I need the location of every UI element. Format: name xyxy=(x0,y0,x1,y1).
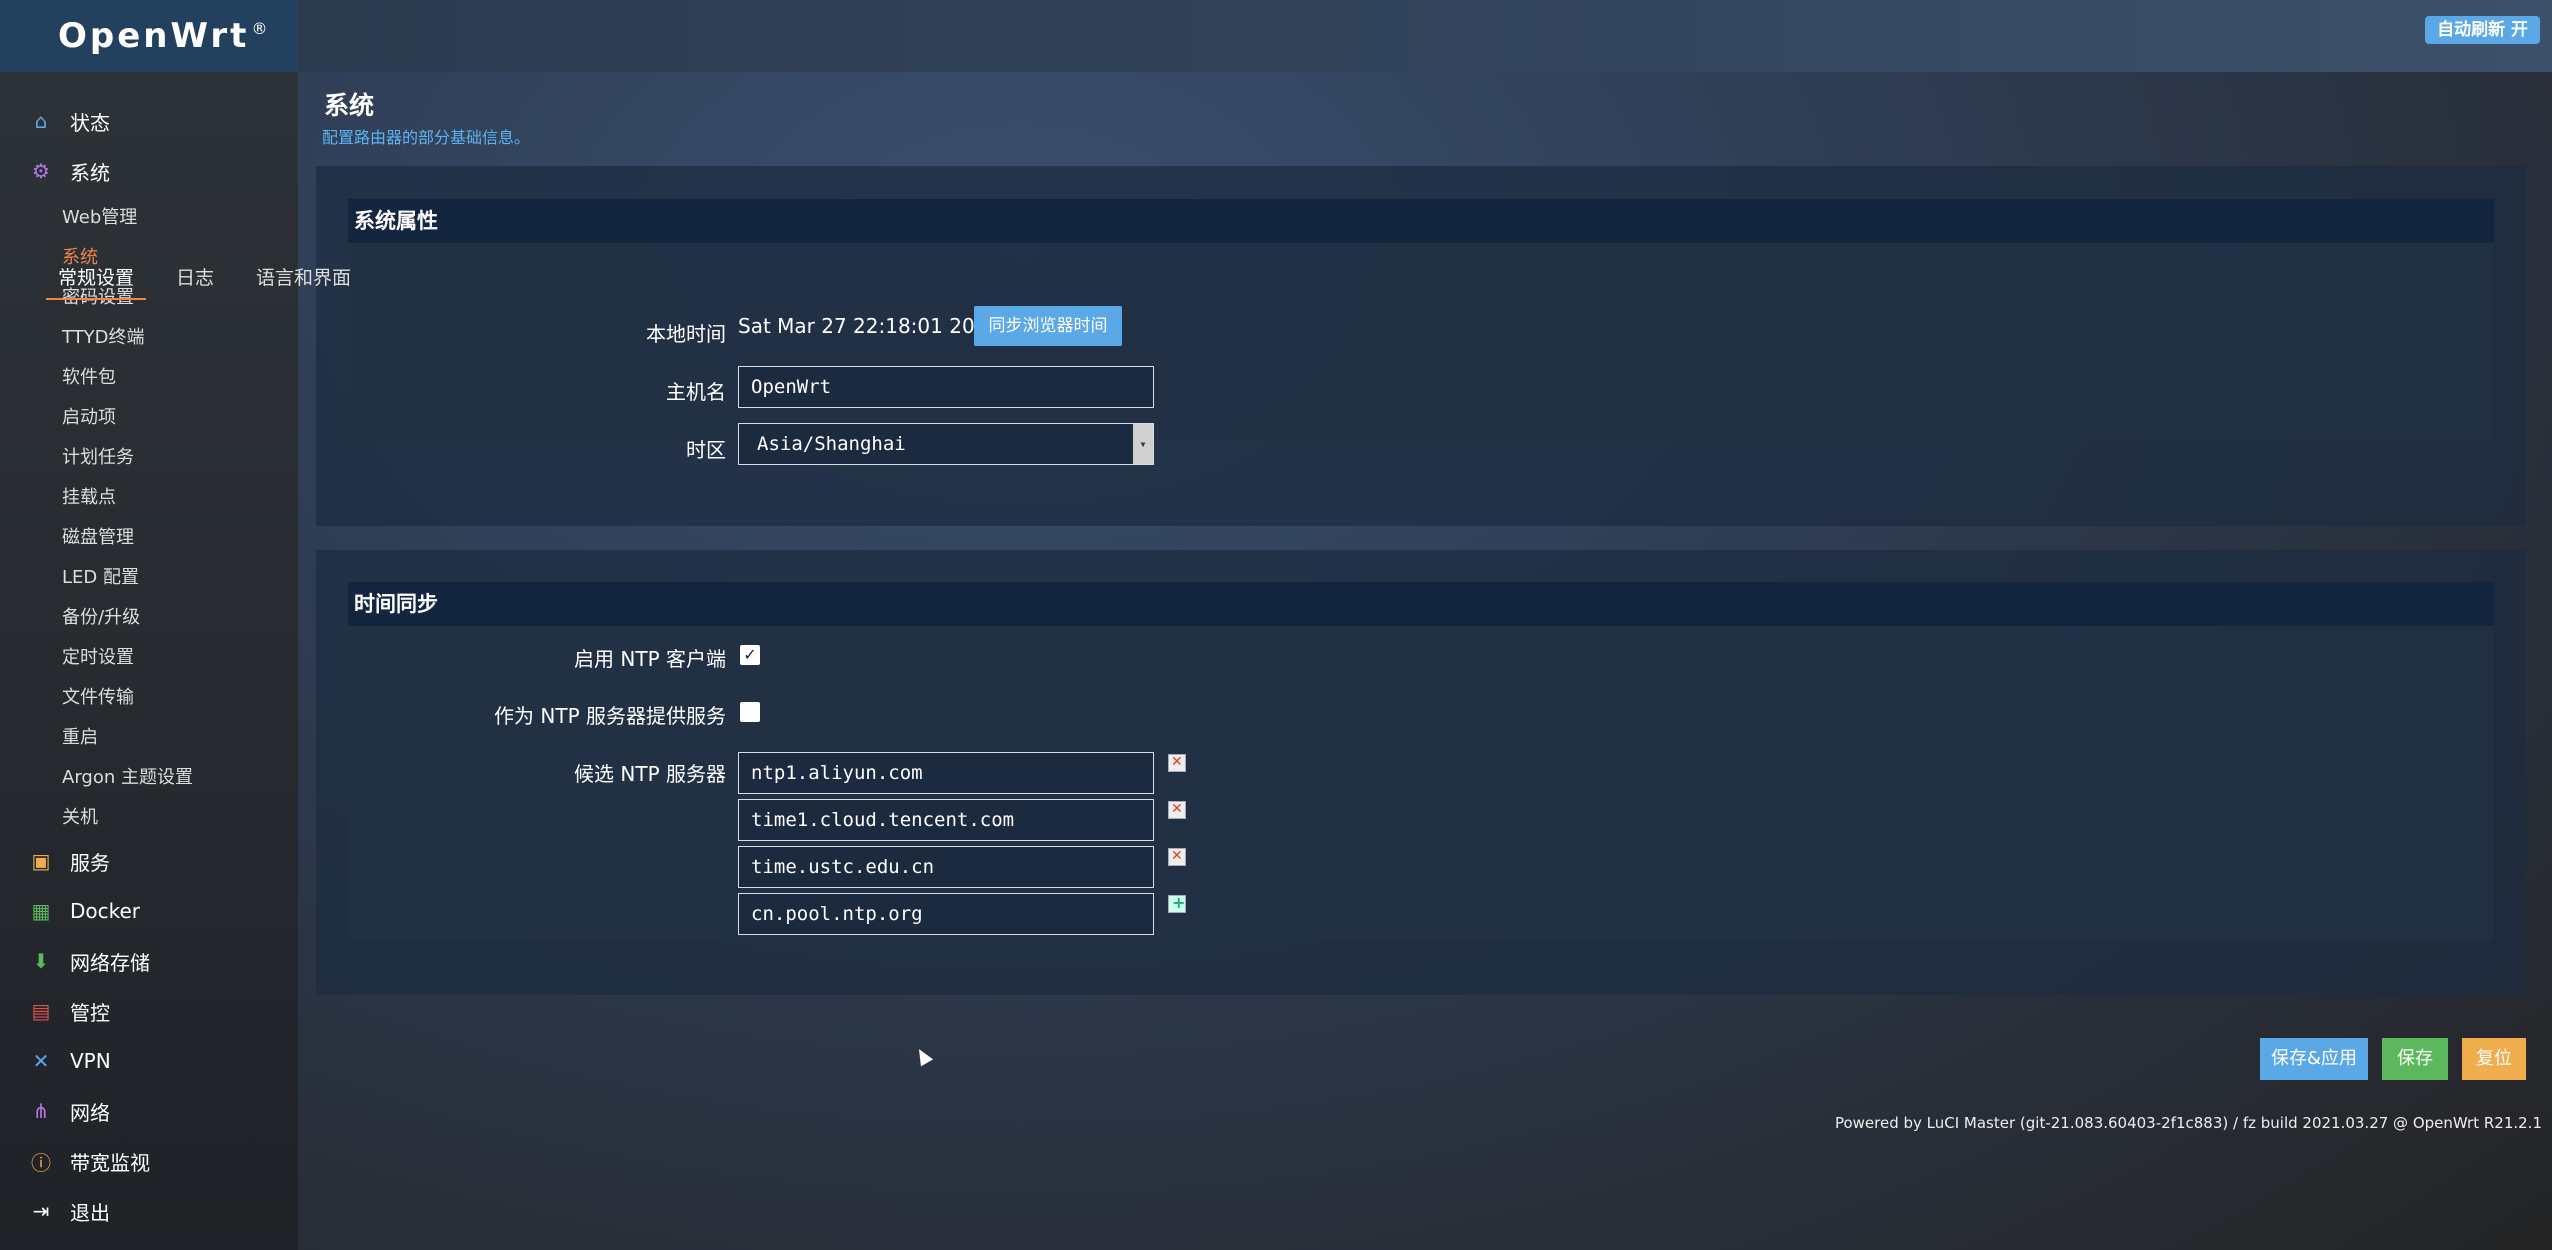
auto-refresh-button[interactable]: 自动刷新 开 xyxy=(2425,16,2540,44)
sidebar-subitem-mounts[interactable]: 挂载点 xyxy=(0,476,298,516)
sidebar-item-label: 服务 xyxy=(70,850,110,875)
bandwidth-icon: ⓘ xyxy=(31,1150,51,1175)
sidebar-subitem-crontab[interactable]: 计划任务 xyxy=(0,436,298,476)
tab-language[interactable]: 语言和界面 xyxy=(256,264,351,300)
sidebar: OpenWrt ® ⌂ 状态 ⚙ 系统 Web管理 系统 密码设置 TTYD终端 … xyxy=(0,0,298,1250)
registered-mark: ® xyxy=(251,18,271,38)
sidebar-subitem-backup[interactable]: 备份/升级 xyxy=(0,596,298,636)
top-header: 自动刷新 开 xyxy=(298,0,2552,72)
sidebar-item-system[interactable]: ⚙ 系统 xyxy=(0,146,298,196)
sidebar-item-label: 带宽监视 xyxy=(70,1150,150,1175)
sidebar-item-label: VPN xyxy=(70,1049,111,1073)
sidebar-subitem-filetransfer[interactable]: 文件传输 xyxy=(0,676,298,716)
reset-button[interactable]: 复位 xyxy=(2462,1038,2526,1080)
timezone-value: Asia/Shanghai xyxy=(757,433,906,455)
sidebar-item-vpn[interactable]: ✕ VPN xyxy=(0,1036,298,1086)
ntp-server-input[interactable]: cn.pool.ntp.org xyxy=(738,893,1154,935)
sidebar-item-label: 状态 xyxy=(70,110,110,135)
sidebar-item-logout[interactable]: ⇥ 退出 xyxy=(0,1186,298,1236)
sync-browser-time-button[interactable]: 同步浏览器时间 xyxy=(974,306,1122,346)
sidebar-item-label: 管控 xyxy=(70,1000,110,1025)
section-title-system-properties: 系统属性 xyxy=(348,199,2494,243)
sidebar-item-label: 退出 xyxy=(70,1200,110,1225)
sidebar-subitem-disk[interactable]: 磁盘管理 xyxy=(0,516,298,556)
ntp-server-checkbox[interactable] xyxy=(740,702,760,722)
service-icon: ▣ xyxy=(31,849,51,873)
candidate-ntp-label: 候选 NTP 服务器 xyxy=(574,762,726,786)
sidebar-item-label: Docker xyxy=(70,899,141,923)
sidebar-item-control[interactable]: ▤ 管控 xyxy=(0,986,298,1036)
sidebar-item-label: 系统 xyxy=(70,160,110,185)
sidebar-item-label: 网络存储 xyxy=(70,950,150,975)
ntp-server-input[interactable]: ntp1.aliyun.com xyxy=(738,752,1154,794)
sidebar-subitem-ttyd[interactable]: TTYD终端 xyxy=(0,316,298,356)
logout-icon: ⇥ xyxy=(32,1199,50,1223)
sidebar-item-label: 网络 xyxy=(70,1100,110,1125)
settings-tabs: 常规设置 日志 语言和界面 xyxy=(45,264,393,300)
add-server-icon[interactable] xyxy=(1168,893,1186,913)
gear-icon: ⚙ xyxy=(32,159,50,183)
sidebar-item-nas[interactable]: ⬇ 网络存储 xyxy=(0,936,298,986)
brand-name: OpenWrt xyxy=(58,16,250,56)
mouse-cursor-icon xyxy=(912,1045,934,1067)
hostname-input[interactable]: OpenWrt xyxy=(738,366,1154,408)
ntp-server-input[interactable]: time1.cloud.tencent.com xyxy=(738,799,1154,841)
ntp-server-input[interactable]: time.ustc.edu.cn xyxy=(738,846,1154,888)
sidebar-subitem-argon[interactable]: Argon 主题设置 xyxy=(0,756,298,796)
section-title-time-sync: 时间同步 xyxy=(348,582,2494,626)
sidebar-subitem-reboot[interactable]: 重启 xyxy=(0,716,298,756)
tab-general[interactable]: 常规设置 xyxy=(45,264,147,300)
chevron-down-icon: ▾ xyxy=(1133,424,1153,464)
remove-server-icon[interactable] xyxy=(1168,754,1186,772)
sidebar-item-status[interactable]: ⌂ 状态 xyxy=(0,96,298,146)
sidebar-item-network[interactable]: ⋔ 网络 xyxy=(0,1086,298,1136)
save-apply-button[interactable]: 保存&应用 xyxy=(2260,1038,2368,1080)
sidebar-subitem-startup[interactable]: 启动项 xyxy=(0,396,298,436)
remove-server-icon[interactable] xyxy=(1168,801,1186,819)
sidebar-subitem-led[interactable]: LED 配置 xyxy=(0,556,298,596)
docker-icon: ▦ xyxy=(31,899,51,923)
sidebar-item-services[interactable]: ▣ 服务 xyxy=(0,836,298,886)
sidebar-subitem-schedule[interactable]: 定时设置 xyxy=(0,636,298,676)
sidebar-subitem-web[interactable]: Web管理 xyxy=(0,196,298,236)
network-icon: ⋔ xyxy=(32,1099,50,1123)
sidebar-item-bandwidth[interactable]: ⓘ 带宽监视 xyxy=(0,1136,298,1186)
timezone-select[interactable]: Asia/Shanghai ▾ xyxy=(738,423,1154,465)
calendar-icon: ▤ xyxy=(31,999,51,1023)
page-description: 配置路由器的部分基础信息。 xyxy=(322,128,531,147)
tab-logging[interactable]: 日志 xyxy=(176,264,214,300)
page-title: 系统 xyxy=(324,91,375,120)
remove-server-icon[interactable] xyxy=(1168,848,1186,866)
home-icon: ⌂ xyxy=(34,109,48,133)
local-time-value: Sat Mar 27 22:18:01 2021 xyxy=(738,314,1001,338)
sidebar-item-docker[interactable]: ▦ Docker xyxy=(0,886,298,936)
storage-icon: ⬇ xyxy=(32,949,50,973)
footer-powered-by: Powered by LuCI Master (git-21.083.60403… xyxy=(1834,1114,2542,1132)
save-button[interactable]: 保存 xyxy=(2382,1038,2448,1080)
ntp-client-label: 启用 NTP 客户端 xyxy=(574,647,726,671)
vpn-icon: ✕ xyxy=(32,1049,50,1073)
brand-logo[interactable]: OpenWrt ® xyxy=(0,0,298,72)
ntp-client-checkbox[interactable]: ✓ xyxy=(740,645,760,665)
sidebar-subitem-packages[interactable]: 软件包 xyxy=(0,356,298,396)
ntp-server-label: 作为 NTP 服务器提供服务 xyxy=(494,704,726,728)
timezone-label: 时区 xyxy=(686,438,726,462)
hostname-label: 主机名 xyxy=(666,380,726,404)
local-time-label: 本地时间 xyxy=(646,322,726,346)
sidebar-subitem-shutdown[interactable]: 关机 xyxy=(0,796,298,836)
